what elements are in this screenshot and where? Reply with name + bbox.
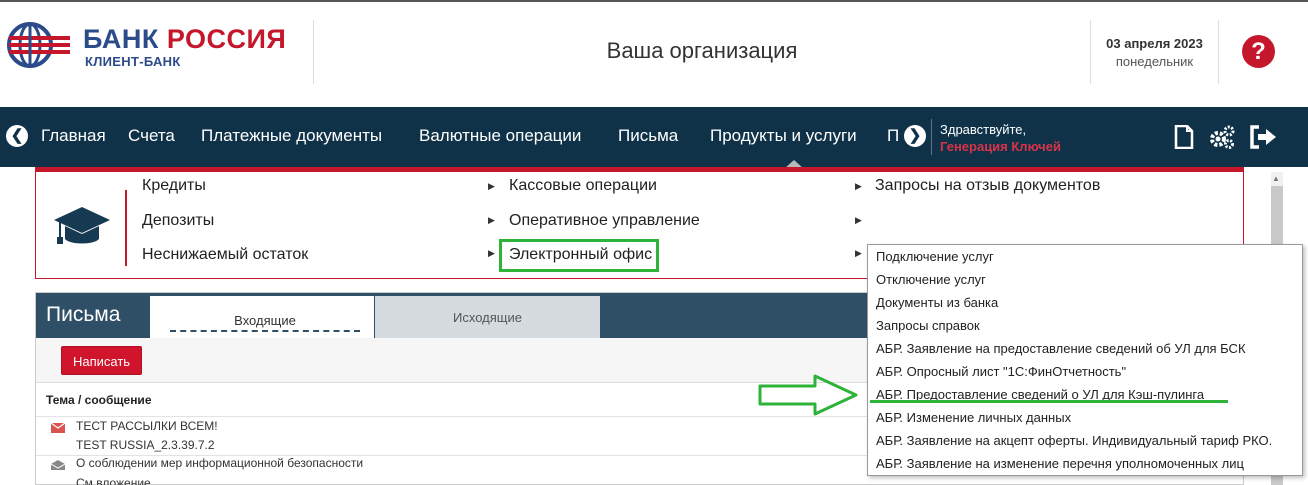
nav-scroll-right-icon[interactable]: ❯: [904, 125, 926, 147]
write-letter-button[interactable]: Написать: [61, 346, 142, 375]
message-detail[interactable]: TEST RUSSIA_2.3.39.7.2: [76, 438, 215, 452]
menu-divider: [125, 190, 127, 266]
submenu-item-personal-data[interactable]: АБР. Изменение личных данных: [876, 410, 1071, 425]
submenu-arrow-icon: ▶: [855, 215, 862, 225]
submenu-item-connect-services[interactable]: Подключение услуг: [876, 249, 994, 264]
current-weekday: понедельник: [1115, 54, 1194, 69]
settings-gears-icon[interactable]: [1208, 124, 1236, 150]
bank-name: БАНК РОССИЯ: [83, 24, 286, 55]
main-navigation: ❮ Главная Счета Платежные документы Валю…: [0, 107, 1308, 168]
app-header: БАНК РОССИЯ КЛИЕНТ-БАНК Ваша организация…: [0, 0, 1308, 107]
submenu-arrow-icon: ▶: [855, 248, 862, 258]
tab-outgoing-label: Исходящие: [453, 310, 522, 325]
scroll-up-icon[interactable]: ▲: [1272, 174, 1280, 183]
bank-logo[interactable]: БАНК РОССИЯ КЛИЕНТ-БАНК: [6, 21, 306, 81]
annotation-arrow-icon: [758, 374, 858, 416]
submenu-item-disconnect-services[interactable]: Отключение услуг: [876, 272, 986, 287]
bank-name-part2: РОССИЯ: [166, 24, 287, 54]
header-divider: [1218, 20, 1219, 84]
tab-incoming[interactable]: Входящие: [150, 296, 374, 338]
submenu-item-fin-questionnaire[interactable]: АБР. Опросный лист "1С:ФинОтчетность": [876, 364, 1126, 379]
submenu-item-bank-documents[interactable]: Документы из банка: [876, 295, 998, 310]
menu-item-cash-operations[interactable]: Кассовые операции: [509, 177, 657, 195]
submenu-item-certificate-requests[interactable]: Запросы справок: [876, 318, 980, 333]
nav-item-currency[interactable]: Валютные операции: [419, 126, 581, 146]
nav-item-letters[interactable]: Письма: [618, 126, 678, 146]
message-subject[interactable]: ТЕСТ РАССЫЛКИ ВСЕМ!: [76, 419, 218, 433]
nav-item-payments[interactable]: Платежные документы: [201, 126, 382, 146]
nav-item-products[interactable]: Продукты и услуги: [710, 126, 857, 146]
message-detail[interactable]: См.вложение: [76, 476, 151, 485]
graduation-cap-icon: [54, 207, 110, 244]
submenu-arrow-icon: ▶: [488, 248, 495, 258]
highlight-underline: [870, 400, 1228, 403]
letters-title: Письма: [46, 303, 121, 326]
menu-item-deposits[interactable]: Депозиты: [142, 212, 214, 230]
header-divider: [1090, 20, 1091, 84]
bank-subtitle: КЛИЕНТ-БАНК: [85, 54, 181, 69]
bank-globe-logo-icon: [7, 22, 70, 68]
submenu-item-tariff-offer[interactable]: АБР. Заявление на акцепт оферты. Индивид…: [876, 433, 1272, 448]
submenu-arrow-icon: ▶: [855, 181, 862, 191]
message-subject[interactable]: О соблюдении мер информационной безопасн…: [76, 456, 363, 470]
submenu-item-authorized-persons[interactable]: АБР. Заявление на изменение перечня упол…: [876, 456, 1244, 471]
nav-items-container: ❮ Главная Счета Платежные документы Валю…: [0, 107, 900, 167]
highlight-frame: [499, 239, 659, 272]
tab-incoming-label: Входящие: [170, 313, 360, 332]
submenu-item-bsk-statement[interactable]: АБР. Заявление на предоставление сведени…: [876, 341, 1246, 356]
column-header-subject[interactable]: Тема / сообщение: [46, 393, 152, 407]
user-name[interactable]: Генерация Ключей: [940, 139, 1061, 154]
menu-item-min-balance[interactable]: Неснижаемый остаток: [142, 246, 308, 264]
tab-outgoing[interactable]: Исходящие: [375, 296, 600, 338]
menu-item-credits[interactable]: Кредиты: [142, 177, 206, 195]
nav-scroll-left-icon[interactable]: ❮: [6, 125, 28, 147]
nav-item-accounts[interactable]: Счета: [128, 126, 175, 146]
menu-item-recall-requests[interactable]: Запросы на отзыв документов: [875, 177, 1100, 195]
mail-open-icon: [51, 460, 65, 470]
nav-divider: [931, 119, 932, 155]
current-date: 03 апреля 2023: [1106, 36, 1203, 51]
logout-icon[interactable]: [1249, 125, 1277, 149]
question-icon[interactable]: ?: [1242, 35, 1275, 68]
nav-item-other[interactable]: Прочее: [887, 126, 900, 146]
nav-item-home[interactable]: Главная: [41, 126, 106, 146]
electronic-office-submenu: Подключение услуг Отключение услуг Докум…: [867, 244, 1303, 476]
menu-item-operative-management[interactable]: Оперативное управление: [509, 212, 700, 230]
bank-name-part1: БАНК: [83, 24, 159, 54]
submenu-arrow-icon: ▶: [488, 181, 495, 191]
organization-title: Ваша организация: [606, 38, 798, 63]
mail-envelope-icon: [51, 423, 65, 433]
document-icon[interactable]: [1174, 125, 1194, 149]
greeting-text: Здравствуйте,: [940, 122, 1027, 137]
submenu-arrow-icon: ▶: [488, 215, 495, 225]
